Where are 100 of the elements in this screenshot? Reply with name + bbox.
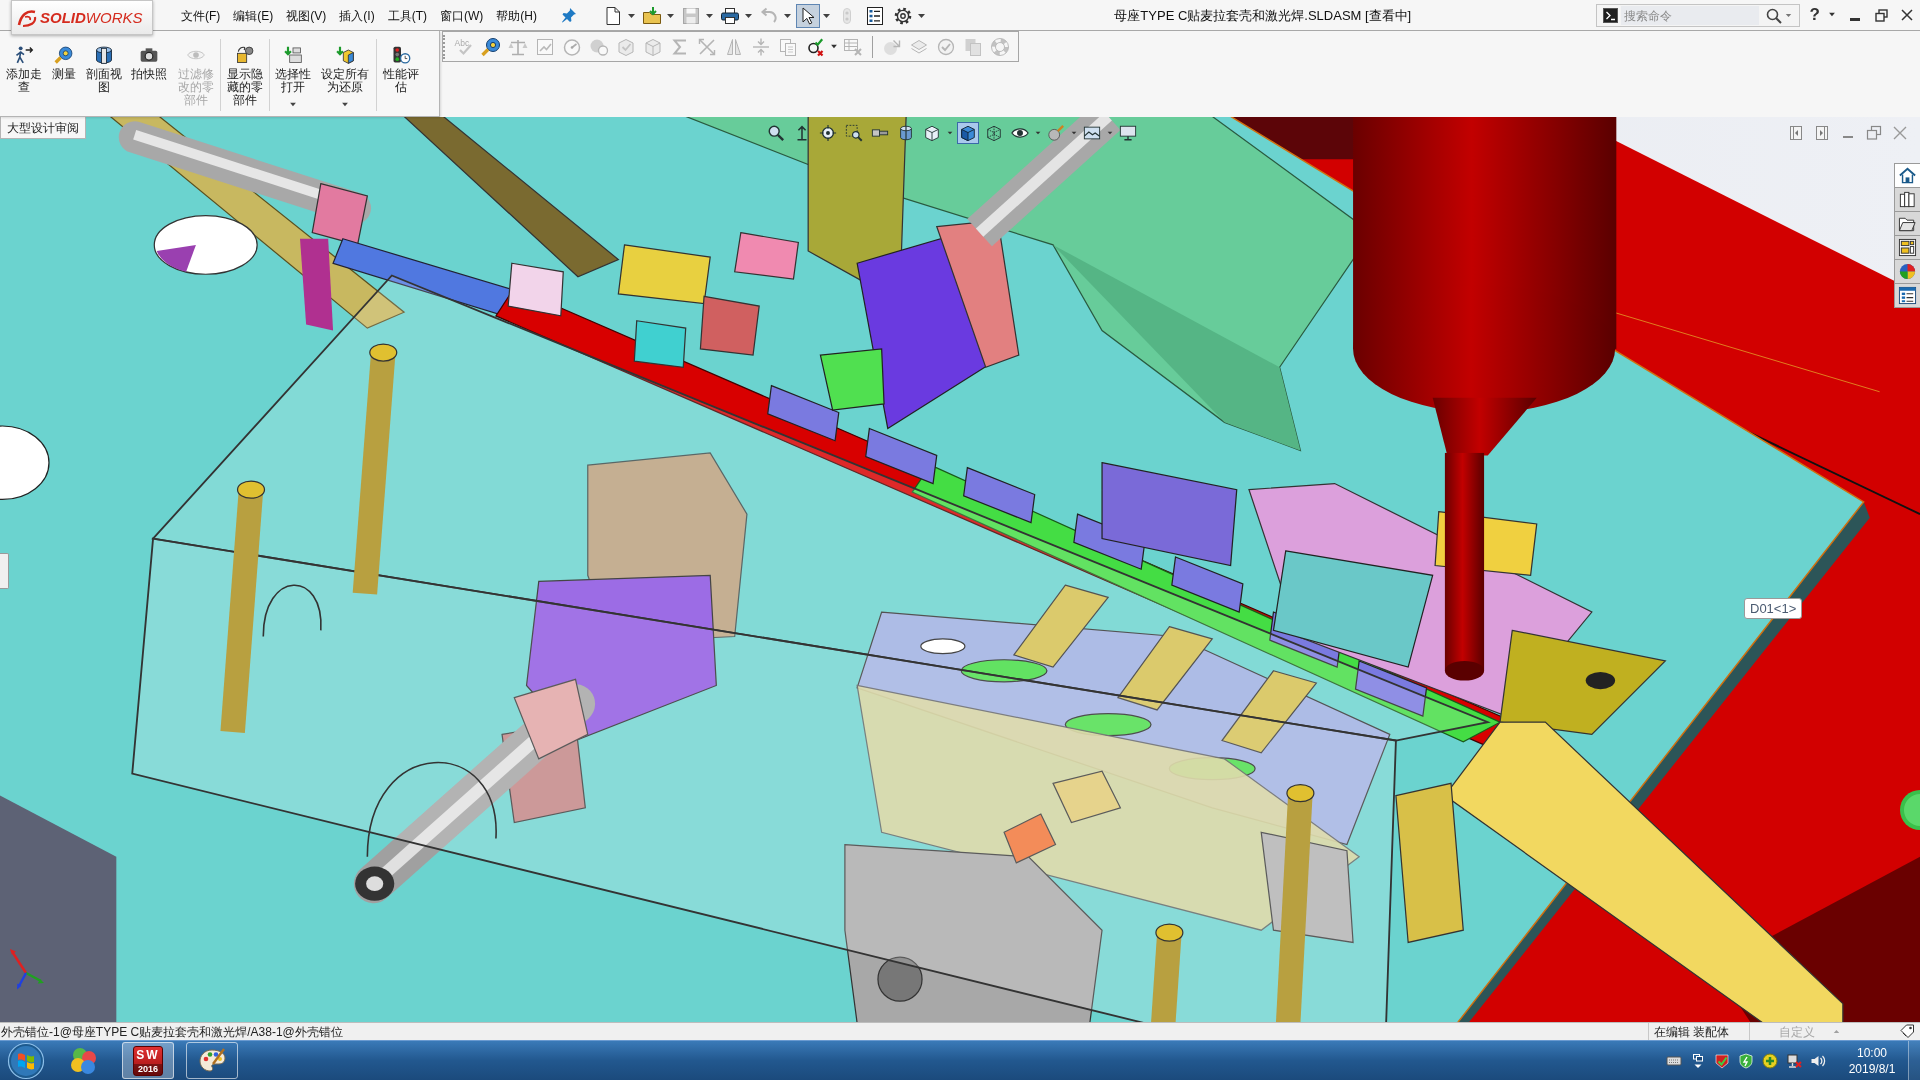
gauge-icon	[562, 36, 582, 57]
landscape-icon	[1083, 124, 1101, 142]
section-cylinder-icon	[94, 45, 114, 65]
minimize-icon	[1850, 17, 1860, 21]
caret-icon[interactable]	[947, 131, 953, 135]
double-page-icon	[963, 36, 983, 57]
slide-block	[507, 262, 564, 317]
target-icon	[819, 124, 837, 142]
shield-check-icon[interactable]	[1714, 1052, 1730, 1069]
menu-item[interactable]: 编辑(E)	[233, 4, 274, 27]
caret-icon[interactable]	[1071, 131, 1077, 135]
restore-button[interactable]	[1866, 125, 1882, 141]
slot-hole	[920, 638, 966, 655]
task-pane-tab[interactable]	[1895, 236, 1920, 260]
view-tool-button[interactable]	[843, 122, 865, 144]
window-title: 母座TYPE C贴麦拉套壳和激光焊.SLDASM [查看中]	[1114, 6, 1412, 25]
document-icon	[603, 5, 623, 26]
menu-item[interactable]: 帮助(H)	[496, 4, 537, 27]
caret-icon[interactable]	[822, 12, 831, 19]
pad-block	[1052, 770, 1122, 824]
component-label: D01<1>	[1744, 598, 1803, 619]
clock-date: 2019/8/1	[1848, 1060, 1896, 1077]
ribbon-tab[interactable]: 大型设计审阅	[0, 117, 86, 139]
folder-arrow-icon	[642, 5, 662, 26]
walking-person-icon	[14, 45, 34, 65]
menu-item[interactable]: 插入(I)	[339, 4, 375, 27]
parts-icon	[235, 45, 255, 65]
rod-collar	[311, 182, 369, 246]
tile-right-button[interactable]	[1814, 125, 1830, 141]
check-circle-icon	[936, 36, 956, 57]
list-icon	[865, 5, 885, 26]
logo-tab[interactable]: SOLIDWORKS	[11, 0, 153, 35]
section-view-icon	[897, 124, 915, 142]
app-letters: SW	[136, 1048, 160, 1062]
compress-arrows-icon	[751, 36, 771, 57]
restore-icon	[1866, 125, 1882, 141]
task-pane-tab[interactable]	[1895, 164, 1920, 188]
start-button[interactable]	[6, 1041, 46, 1080]
caret-icon	[1833, 1029, 1840, 1034]
lightning-shield-icon[interactable]	[1738, 1052, 1754, 1069]
zoom-box-icon	[845, 124, 863, 142]
pin-icon[interactable]	[561, 7, 577, 23]
tag-icon[interactable]	[1900, 1024, 1915, 1039]
traffic-light-icon	[391, 45, 411, 65]
cube-check-icon	[616, 36, 636, 57]
view-palette-icon	[1898, 238, 1917, 257]
view-tool-button[interactable]	[817, 122, 839, 144]
list-window-icon	[1898, 286, 1917, 305]
toolbar-grip[interactable]	[443, 34, 446, 59]
caret-icon[interactable]	[917, 12, 926, 19]
clock-time: 10:00	[1857, 1044, 1887, 1061]
search-field[interactable]: 搜索命令	[1620, 6, 1759, 25]
arrow-cube-icon	[335, 45, 355, 65]
menu-item[interactable]: 窗口(W)	[440, 4, 484, 27]
set-resolved-button[interactable]: 设定所有为还原	[315, 31, 375, 115]
select-button[interactable]	[796, 3, 820, 28]
panel-left-icon	[1788, 125, 1804, 141]
caret-icon[interactable]	[666, 12, 675, 19]
taskbar-app-button[interactable]: SW 2016	[122, 1042, 174, 1079]
mirror-icon	[724, 36, 744, 57]
search-button[interactable]	[1764, 6, 1783, 25]
caret-icon[interactable]	[627, 12, 636, 19]
menu-item[interactable]: 视图(V)	[286, 4, 327, 27]
network-error-icon[interactable]	[1786, 1052, 1802, 1069]
sensor-block	[819, 348, 885, 411]
minimize-icon	[1843, 136, 1853, 138]
search-icon	[1765, 7, 1782, 24]
chart-document-icon	[535, 36, 555, 57]
caret-icon[interactable]	[1828, 12, 1836, 17]
colored-circles-icon	[69, 1045, 99, 1076]
tile-left-button[interactable]	[1788, 125, 1804, 141]
show-hidden-button[interactable]: 显示隐藏的零部件	[222, 31, 268, 115]
selective-open-button[interactable]: 选择性打开	[271, 31, 315, 115]
task-pane-tab[interactable]	[1895, 284, 1920, 308]
printer-icon	[720, 5, 740, 26]
window-stack-icon[interactable]	[1690, 1052, 1706, 1069]
status-mode: 在编辑 装配体	[1654, 1023, 1730, 1040]
magnifier-icon	[767, 124, 785, 142]
task-pane-tab[interactable]	[1895, 212, 1920, 236]
start-orb-icon	[7, 1041, 45, 1080]
documents-icon	[778, 36, 798, 57]
menu-item[interactable]: 文件(F)	[181, 4, 221, 27]
brand-mark-icon	[16, 7, 38, 28]
caret-icon[interactable]	[1035, 131, 1041, 135]
task-pane-tab[interactable]	[1895, 188, 1920, 212]
task-pane-tab[interactable]	[1895, 260, 1920, 284]
coupling	[1003, 813, 1057, 864]
caret-icon[interactable]	[1107, 131, 1113, 135]
caret-icon[interactable]	[744, 12, 753, 19]
performance-button[interactable]: 性能评估	[378, 31, 424, 115]
bolt-hole	[1585, 672, 1616, 690]
help-button[interactable]: ?	[1807, 0, 1822, 30]
arrow-parts-icon	[283, 45, 303, 65]
close-icon	[1892, 125, 1908, 141]
view-tool-button[interactable]	[957, 122, 979, 144]
plus-circle-icon[interactable]	[1762, 1052, 1778, 1069]
status-text: 外壳错位-1@母座TYPE C贴麦拉套壳和激光焊/A38-1@外壳错位	[0, 1023, 343, 1040]
menu-item[interactable]: 工具(T)	[387, 4, 427, 27]
caret-icon[interactable]	[830, 44, 838, 49]
taskbar-app-button[interactable]	[186, 1042, 238, 1079]
